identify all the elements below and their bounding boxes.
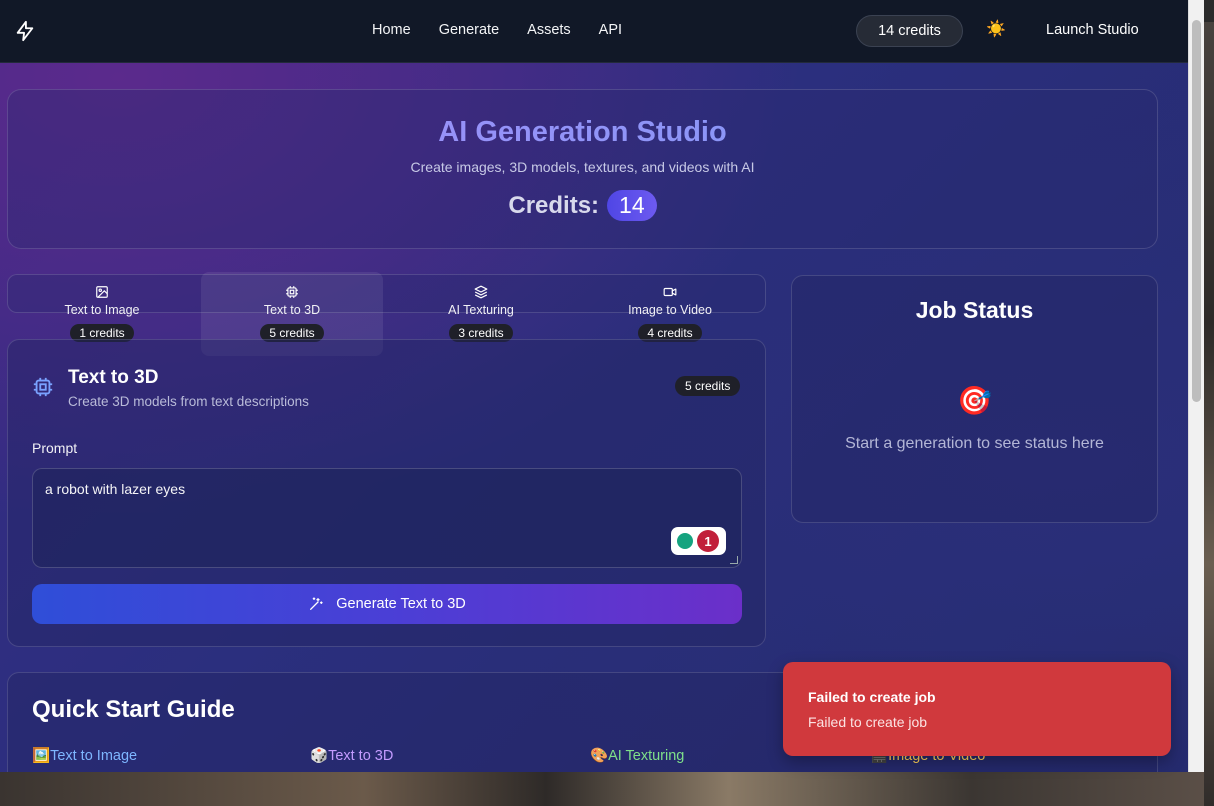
generate-button-label: Generate Text to 3D [336,596,466,612]
palette-emoji-icon: 🎨 [590,748,609,764]
lightning-logo-icon[interactable] [14,20,36,42]
credits-summary: Credits: 14 [8,190,1157,221]
prompt-label: Prompt [32,440,78,456]
quick-start-item-text-to-3d[interactable]: 🎲Text to 3D [310,747,393,764]
nav-link-assets[interactable]: Assets [527,22,571,38]
job-status-panel: Job Status 🎯 Start a generation to see s… [791,275,1158,523]
tab-label: Text to 3D [263,303,321,317]
image-icon [96,286,108,298]
quick-start-item-label: AI Texturing [608,748,685,764]
credits-label: Credits: [508,191,600,219]
prompt-textarea[interactable]: a robot with lazer eyes 1 [32,468,742,568]
toast-message: Failed to create job [808,714,928,730]
target-icon: 🎯 [957,385,992,416]
quick-start-item-label: Text to Image [50,748,138,764]
scrollbar-thumb[interactable] [1192,20,1201,402]
credits-count-badge: 14 [607,190,657,221]
top-navbar: Home Generate Assets API 14 credits ☀️ L… [0,0,1188,63]
picture-emoji-icon: 🖼️ [32,748,51,764]
nav-links: Home Generate Assets API [372,22,622,38]
page-title: AI Generation Studio [8,116,1157,149]
tab-label: Text to Image [64,303,140,317]
nav-credits-pill[interactable]: 14 credits [856,15,963,47]
page-scrollbar[interactable] [1188,0,1204,772]
quick-start-item-text-to-image[interactable]: 🖼️Text to Image [32,747,137,764]
prompt-text: eyes [151,481,186,497]
tab-label: Image to Video [628,303,712,317]
theme-toggle-sun-icon[interactable]: ☀️ [986,19,1006,39]
nav-link-home[interactable]: Home [372,22,411,38]
quick-start-item-label: Text to 3D [328,748,394,764]
error-toast[interactable]: Failed to create job Failed to create jo… [783,662,1171,756]
grammar-logo-icon [677,533,693,549]
desktop-background-edge [1204,0,1214,806]
resize-handle[interactable] [730,556,738,564]
quick-start-title: Quick Start Guide [32,696,235,723]
prompt-text: a robot with [45,481,122,497]
quick-start-item-ai-texturing[interactable]: 🎨AI Texturing [590,747,684,764]
grammar-checker-widget[interactable]: 1 [671,527,726,555]
layers-icon [474,285,488,299]
hero-panel: AI Generation Studio Create images, 3D m… [7,89,1158,249]
launch-studio-button[interactable]: Launch Studio [1046,22,1139,38]
generator-title: Text to 3D [68,367,159,388]
nav-link-generate[interactable]: Generate [439,22,499,38]
job-status-title: Job Status [915,297,1034,323]
generator-panel: Text to 3D Create 3D models from text de… [7,339,766,647]
video-icon [663,287,677,297]
browser-viewport: Home Generate Assets API 14 credits ☀️ L… [0,0,1188,772]
toast-title: Failed to create job [808,689,936,705]
generate-button[interactable]: Generate Text to 3D [32,584,742,624]
job-status-empty-text: Start a generation to see status here [845,435,1104,452]
tab-label: AI Texturing [448,303,514,317]
chip-3d-icon [33,377,53,397]
page-subtitle: Create images, 3D models, textures, and … [410,159,755,175]
grammar-issue-count: 1 [697,530,719,552]
chip-3d-icon [286,286,298,298]
desktop-background [0,772,1214,806]
generation-type-tabs: Text to Image 1 credits Text to 3D 5 cre… [7,272,766,356]
misspelled-word[interactable]: lazer [121,481,151,497]
generator-description: Create 3D models from text descriptions [68,394,309,409]
nav-link-api[interactable]: API [599,22,622,38]
generator-cost-badge: 5 credits [675,376,741,396]
dice-emoji-icon: 🎲 [310,748,329,764]
magic-wand-icon [310,597,323,610]
